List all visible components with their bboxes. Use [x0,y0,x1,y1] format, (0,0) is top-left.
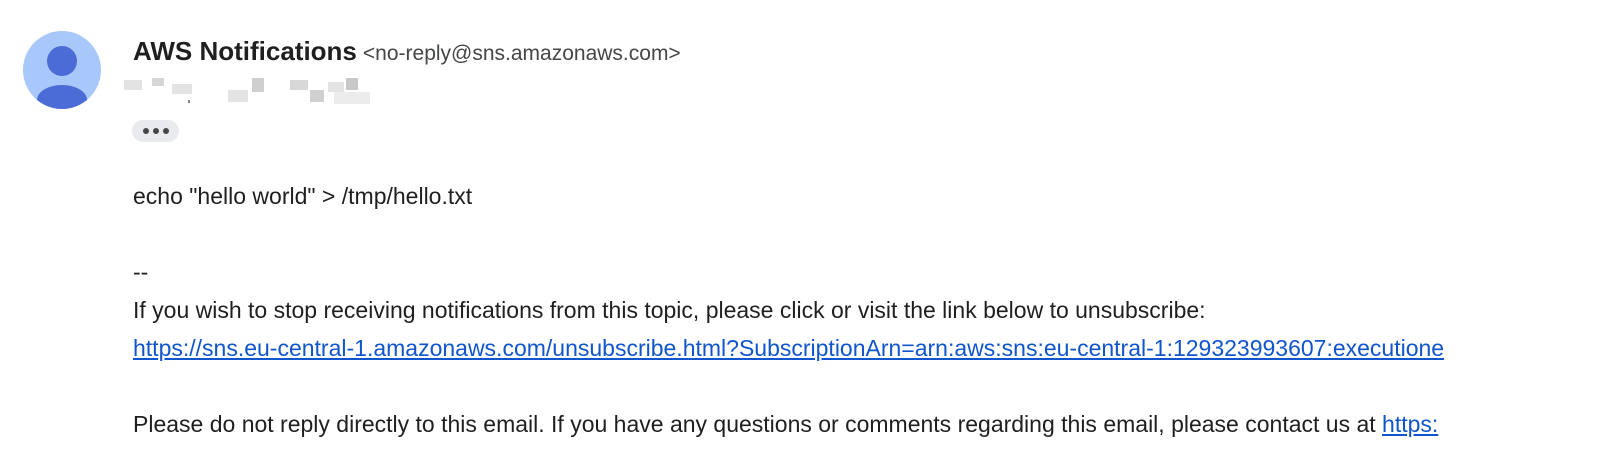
more-dots-icon [142,128,149,134]
show-trimmed-content-button[interactable] [132,120,179,142]
sender-avatar[interactable] [23,31,101,109]
email-message: AWS Notifications <no-reply@sns.amazonaws… [0,0,1612,456]
contact-paragraph: Please do not reply directly to this ema… [133,409,1438,439]
contact-link[interactable]: https: [1382,411,1438,437]
more-dots-icon [162,128,169,134]
sender-email: <no-reply@sns.amazonaws.com> [362,42,681,65]
sender-name[interactable]: AWS Notifications [133,36,357,66]
person-icon [37,46,87,109]
contact-notice: Please do not reply directly to this ema… [133,411,1383,437]
unsubscribe-link[interactable]: https://sns.eu-central-1.amazonaws.com/u… [133,335,1444,361]
signature-separator: -- [133,259,149,285]
unsubscribe-notice: If you wish to stop receiving notificati… [133,297,1206,323]
more-dots-icon [152,128,159,134]
sender-line: AWS Notifications <no-reply@sns.amazonaws… [133,34,681,73]
body-command: echo "hello world" > /tmp/hello.txt [133,183,473,209]
recipient-redacted [122,74,372,108]
